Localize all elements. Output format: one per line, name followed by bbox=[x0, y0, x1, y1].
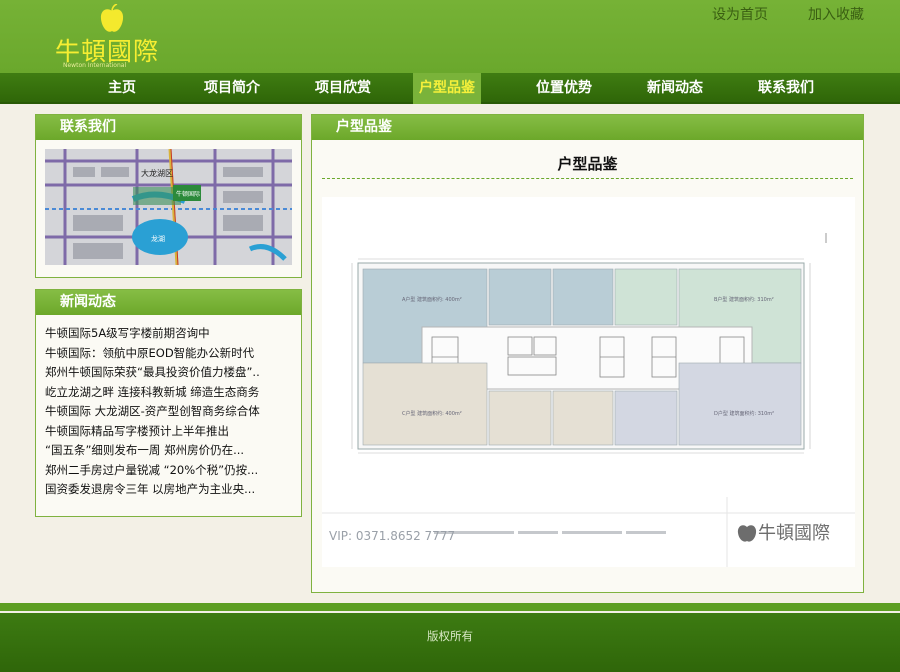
news-panel-title: 新闻动态 bbox=[60, 294, 116, 310]
nav-item-project-intro[interactable]: 项目简介 bbox=[198, 73, 266, 104]
logo-subtext: Newton International bbox=[63, 62, 127, 69]
news-list: 牛顿国际5A级写字楼前期咨询中 牛顿国际：领航中原EOD智能办公新时代 郑州牛顿… bbox=[45, 324, 295, 500]
nav-item-project-gallery[interactable]: 项目欣赏 bbox=[309, 73, 377, 104]
news-panel: 新闻动态 牛顿国际5A级写字楼前期咨询中 牛顿国际：领航中原EOD智能办公新时代… bbox=[35, 289, 302, 517]
unit-d-label: D户型 建筑面积约: 310m² bbox=[714, 410, 774, 417]
news-item[interactable]: 牛顿国际：领航中原EOD智能办公新时代 bbox=[45, 344, 295, 364]
vip-hotline: VIP: 0371.8652 7777 bbox=[329, 529, 456, 543]
news-item[interactable]: 牛顿国际5A级写字楼前期咨询中 bbox=[45, 324, 295, 344]
floor-plan-drawing: A户型 建筑面积约: 400m² B户型 建筑面积约: 310m² C户型 建筑… bbox=[322, 233, 855, 567]
set-home-link[interactable]: 设为首页 bbox=[712, 4, 768, 24]
map-brand-label: 牛顿国际 bbox=[176, 190, 200, 198]
news-panel-header: 新闻动态 bbox=[36, 290, 301, 315]
page-title: 户型品鉴 bbox=[557, 155, 618, 173]
unit-c-room bbox=[552, 390, 614, 446]
copyright-text: 版权所有 bbox=[427, 629, 473, 643]
unit-b-room bbox=[614, 268, 678, 326]
news-item[interactable]: 国资委发退房令三年 以房地产为主业央... bbox=[45, 480, 295, 500]
news-item[interactable]: 郑州二手房过户量锐减 “20%个税”仍按... bbox=[45, 461, 295, 481]
plan-apple-icon bbox=[737, 525, 757, 542]
unit-a-room bbox=[552, 268, 614, 326]
contact-panel-header: 联系我们 bbox=[36, 115, 301, 140]
map-lake-label: 龙湖 bbox=[151, 234, 165, 243]
news-item[interactable]: 牛顿国际 大龙湖区-资产型创智商务综合体 bbox=[45, 402, 295, 422]
nav-item-home[interactable]: 主页 bbox=[88, 73, 156, 104]
floor-plan-panel-header: 户型品鉴 bbox=[312, 115, 863, 140]
site-header: 牛頓國際 Newton International 设为首页 加入收藏 bbox=[0, 0, 900, 73]
footer-accent-bar bbox=[0, 603, 900, 611]
unit-c-label: C户型 建筑面积约: 400m² bbox=[402, 410, 462, 417]
news-item[interactable]: 牛顿国际精品写字楼预计上半年推出 bbox=[45, 422, 295, 442]
plan-brand-logo: 牛頓國際 bbox=[758, 523, 830, 544]
unit-a-label: A户型 建筑面积约: 400m² bbox=[402, 296, 462, 303]
location-map-graphic: 大龙湖区 龙湖 牛顿国际 bbox=[45, 149, 292, 265]
news-item[interactable]: “国五条”细则发布一周 郑州房价仍在... bbox=[45, 441, 295, 461]
nav-item-contact[interactable]: 联系我们 bbox=[752, 73, 820, 104]
nav-item-floor-plans[interactable]: 户型品鉴 bbox=[413, 73, 481, 104]
nav-item-news[interactable]: 新闻动态 bbox=[641, 73, 709, 104]
apple-logo-icon bbox=[100, 4, 124, 32]
site-logo[interactable]: 牛頓國際 Newton International bbox=[55, 4, 185, 70]
news-item[interactable]: 屹立龙湖之畔 连接科教新城 缔造生态商务 bbox=[45, 383, 295, 403]
unit-c-area bbox=[362, 362, 488, 446]
main-nav: 主页 项目简介 项目欣赏 户型品鉴 位置优势 新闻动态 联系我们 bbox=[0, 73, 900, 104]
add-favorite-link[interactable]: 加入收藏 bbox=[808, 4, 864, 24]
contact-panel-title: 联系我们 bbox=[60, 119, 116, 135]
site-footer: 版权所有 bbox=[0, 613, 900, 672]
location-map[interactable]: 大龙湖区 龙湖 牛顿国际 bbox=[45, 149, 292, 265]
unit-b-label: B户型 建筑面积约: 310m² bbox=[714, 296, 774, 303]
unit-c-room bbox=[488, 390, 552, 446]
contact-panel: 联系我们 大龙湖区 龙湖 牛顿国际 bbox=[35, 114, 302, 278]
floor-plan-panel-title: 户型品鉴 bbox=[336, 119, 392, 135]
unit-a-room bbox=[488, 268, 552, 326]
unit-d-area bbox=[678, 362, 802, 446]
floor-plan-image[interactable]: A户型 建筑面积约: 400m² B户型 建筑面积约: 310m² C户型 建筑… bbox=[322, 197, 855, 567]
unit-d-room bbox=[614, 390, 678, 446]
nav-item-location[interactable]: 位置优势 bbox=[530, 73, 598, 104]
map-district-label: 大龙湖区 bbox=[141, 168, 173, 178]
news-item[interactable]: 郑州牛顿国际荣获“最具投资价值力楼盘”.. bbox=[45, 363, 295, 383]
heading-divider bbox=[322, 178, 853, 179]
floor-plan-panel: 户型品鉴 户型品鉴 A户型 建筑面积约: 400m² B户型 建筑面积约: 31… bbox=[311, 114, 864, 593]
